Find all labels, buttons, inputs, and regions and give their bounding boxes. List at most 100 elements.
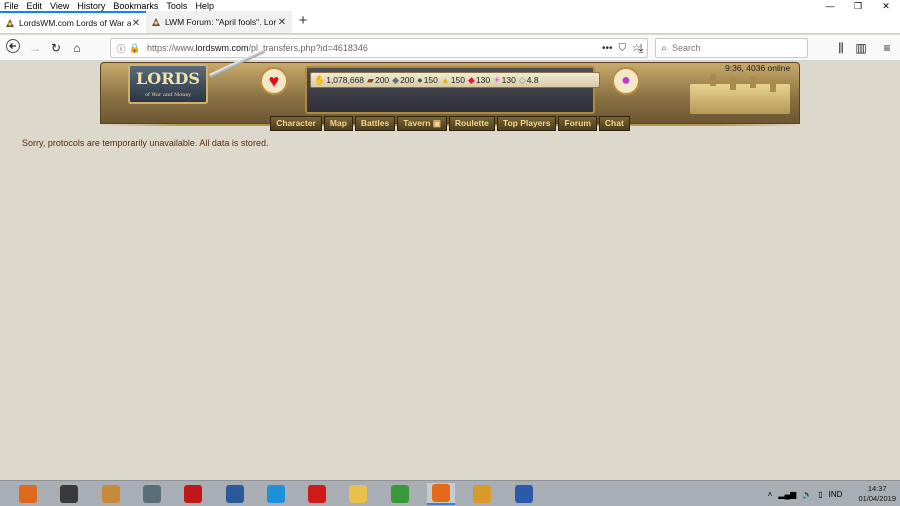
resource-ore: ◆ 200 bbox=[392, 74, 415, 86]
firefox-icon bbox=[432, 484, 450, 502]
menu-history[interactable]: History bbox=[73, 1, 109, 11]
input-language[interactable]: IND bbox=[829, 490, 843, 499]
taskbar: ˄ ▂▄▆ 🔈 ▯ IND 14:37 01/04/2019 bbox=[0, 480, 900, 506]
forward-arrow-icon[interactable]: → bbox=[26, 39, 44, 57]
taskbar-clock[interactable]: 14:37 01/04/2019 bbox=[858, 484, 896, 504]
new-tab-button[interactable]: + bbox=[292, 11, 314, 33]
nav-top-players[interactable]: Top Players bbox=[496, 116, 557, 131]
url-bar[interactable]: ⓘ 🔒 https://www.lordswm.com/pl_transfers… bbox=[110, 38, 648, 58]
resource-diamonds: ◇ 4.8 bbox=[518, 74, 539, 86]
home-icon[interactable]: ⌂ bbox=[68, 39, 86, 57]
nav-battles[interactable]: Battles bbox=[354, 116, 396, 131]
taskbar-app[interactable] bbox=[262, 483, 290, 505]
menu-view[interactable]: View bbox=[46, 1, 73, 11]
clock-time: 14:37 bbox=[867, 484, 887, 493]
nav-character[interactable]: Character bbox=[270, 116, 322, 131]
lordswm-favicon-icon bbox=[6, 19, 14, 27]
taskbar-app[interactable] bbox=[303, 483, 331, 505]
taskbar-app[interactable] bbox=[179, 483, 207, 505]
power-app-icon bbox=[184, 485, 203, 503]
network-icon[interactable]: ▂▄▆ bbox=[778, 490, 796, 499]
taskbar-app[interactable] bbox=[344, 483, 372, 505]
tab-close-icon[interactable]: ✕ bbox=[277, 17, 287, 28]
navigation-toolbar: → ↻ ⌂ ⓘ 🔒 https://www.lordswm.com/pl_tra… bbox=[0, 35, 900, 61]
taskbar-app[interactable] bbox=[138, 483, 166, 505]
reload-icon[interactable]: ↻ bbox=[47, 39, 65, 57]
mana-potion-icon[interactable]: ● bbox=[612, 67, 640, 95]
search-box[interactable]: ⌕ Search bbox=[655, 38, 808, 58]
taskbar-app[interactable] bbox=[97, 483, 125, 505]
search-icon: ⌕ bbox=[661, 42, 667, 54]
camera-app-icon bbox=[60, 485, 79, 503]
resource-sulfur: ▲ 150 bbox=[440, 75, 465, 85]
taskbar-app[interactable] bbox=[55, 483, 83, 505]
mercury-icon: ● bbox=[417, 75, 423, 85]
lordswm-favicon-icon bbox=[152, 18, 160, 26]
diamond-icon: ◇ bbox=[518, 74, 526, 85]
taskbar-app[interactable] bbox=[510, 483, 538, 505]
server-time-online: 9:36, 4036 online bbox=[725, 63, 791, 73]
library-icon[interactable]: ⫼ bbox=[832, 39, 850, 57]
resource-mercury: ● 150 bbox=[417, 75, 438, 85]
sulfur-icon: ▲ bbox=[440, 75, 450, 85]
menu-file[interactable]: File bbox=[0, 1, 23, 11]
castle-decoration bbox=[690, 74, 790, 114]
search-placeholder: Search bbox=[672, 43, 701, 53]
protocols-message: Sorry, protocols are temporarily unavail… bbox=[22, 138, 269, 148]
nav-tavern[interactable]: Tavern ▣ bbox=[397, 116, 447, 131]
page-actions-icon[interactable]: ••• bbox=[602, 43, 613, 54]
menu-tools[interactable]: Tools bbox=[162, 1, 191, 11]
nav-map[interactable]: Map bbox=[323, 116, 353, 131]
site-info-icon[interactable]: ⓘ bbox=[115, 42, 127, 55]
tab-lordswm[interactable]: LordsWM.com Lords of War an ✕ bbox=[0, 11, 146, 33]
close-window-button[interactable]: ✕ bbox=[872, 0, 900, 12]
crystal-icon: ◆ bbox=[468, 74, 475, 85]
nav-chat[interactable]: Chat bbox=[598, 116, 630, 131]
url-text[interactable]: https://www.lordswm.com/pl_transfers.php… bbox=[147, 43, 602, 53]
clock-date: 01/04/2019 bbox=[858, 494, 896, 503]
acrobat-icon bbox=[308, 485, 327, 503]
resource-crystal: ◆ 130 bbox=[468, 74, 491, 86]
taskbar-app[interactable] bbox=[427, 483, 455, 505]
menu-edit[interactable]: Edit bbox=[23, 1, 47, 11]
chrome-icon bbox=[390, 485, 409, 503]
nav-roulette[interactable]: Roulette bbox=[448, 116, 495, 131]
taskbar-app[interactable] bbox=[221, 483, 249, 505]
media-player-icon bbox=[19, 485, 37, 503]
settings-app-icon bbox=[225, 485, 244, 503]
game-launcher-icon bbox=[101, 485, 120, 503]
restore-button[interactable]: ❐ bbox=[844, 0, 872, 12]
download-icon[interactable]: ⤓ bbox=[632, 39, 650, 57]
tab-close-icon[interactable]: ✕ bbox=[131, 18, 141, 29]
health-heart-icon[interactable]: ♥ bbox=[260, 67, 288, 95]
ore-icon: ◆ bbox=[392, 74, 400, 85]
wood-icon: ▰ bbox=[367, 74, 374, 85]
window-controls: — ❐ ✕ bbox=[816, 0, 900, 12]
taskbar-app[interactable] bbox=[14, 483, 42, 505]
menu-help[interactable]: Help bbox=[191, 1, 218, 11]
tab-lwm-forum[interactable]: LWM Forum: "April fools". Lor ✕ bbox=[146, 11, 292, 33]
pocket-icon[interactable]: ⛉ bbox=[619, 43, 627, 54]
volume-icon[interactable]: 🔈 bbox=[802, 490, 812, 499]
nav-forum[interactable]: Forum bbox=[558, 116, 597, 131]
lock-icon[interactable]: 🔒 bbox=[129, 43, 141, 54]
tray-expand-icon[interactable]: ˄ bbox=[768, 490, 773, 499]
menu-bookmarks[interactable]: Bookmarks bbox=[109, 1, 162, 11]
toolbox-app-icon bbox=[142, 485, 161, 503]
taskbar-app[interactable] bbox=[386, 483, 414, 505]
word-icon bbox=[514, 485, 533, 503]
resource-wood: ▰ 200 bbox=[367, 74, 390, 86]
lords-logo[interactable]: LORDS of War and Money bbox=[128, 64, 208, 104]
minimize-button[interactable]: — bbox=[816, 0, 844, 12]
tab-title: LWM Forum: "April fools". Lor bbox=[165, 17, 277, 27]
game-header: LORDS of War and Money ♥ ✋ 1,078,668 ▰ 200… bbox=[100, 48, 800, 134]
battery-icon[interactable]: ▯ bbox=[818, 490, 822, 499]
internet-explorer-icon bbox=[266, 485, 285, 503]
back-arrow-icon[interactable] bbox=[4, 39, 22, 57]
taskbar-app[interactable] bbox=[468, 483, 496, 505]
gold-icon: ✋ bbox=[314, 74, 326, 85]
hamburger-menu-icon[interactable]: ≡ bbox=[878, 39, 896, 57]
resource-gold: ✋ 1,078,668 bbox=[314, 74, 365, 86]
resource-bar: ✋ 1,078,668 ▰ 200 ◆ 200 ● 150 ▲ 150 ◆ 130 ✦ 130… bbox=[310, 72, 600, 88]
sidebar-icon[interactable]: ▥ bbox=[852, 39, 870, 57]
